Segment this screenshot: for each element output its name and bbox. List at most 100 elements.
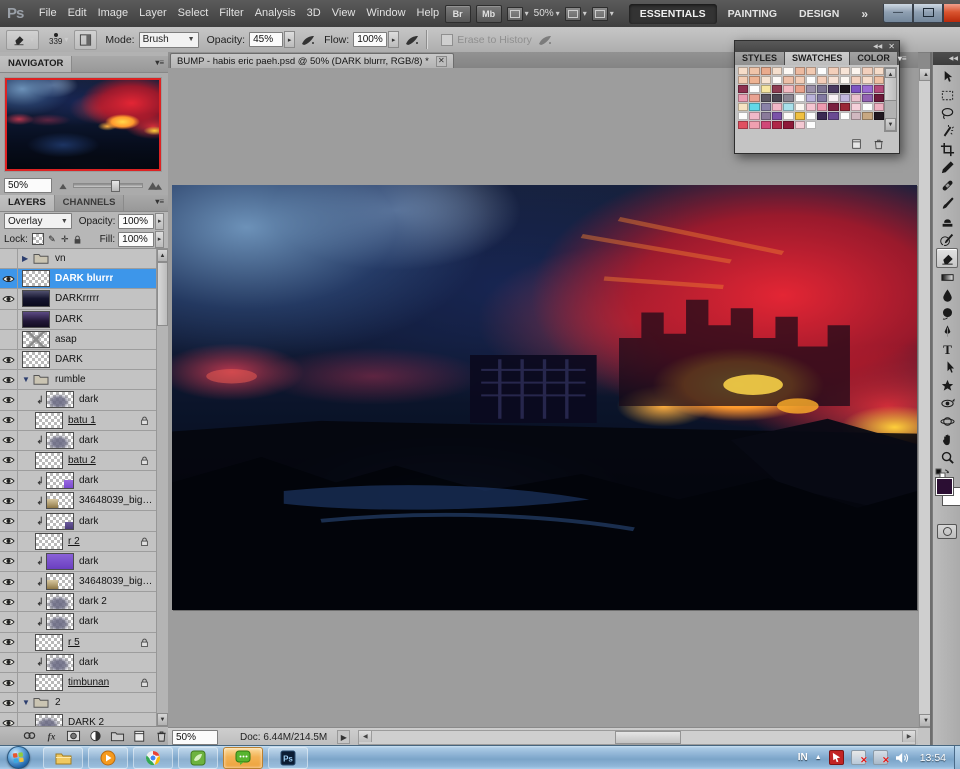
launch-bridge-button[interactable]: Br	[445, 5, 471, 23]
layer-name[interactable]: dark	[79, 516, 98, 527]
swatch[interactable]	[851, 103, 861, 111]
layer-row[interactable]: DARK	[0, 350, 157, 370]
app-status-tray-icon[interactable]: ✕	[873, 750, 888, 765]
swatch[interactable]	[828, 103, 838, 111]
swatch[interactable]	[806, 94, 816, 102]
tab-color[interactable]: COLOR	[850, 52, 898, 65]
visibility-toggle[interactable]	[0, 532, 18, 551]
swatch[interactable]	[840, 67, 850, 75]
visibility-toggle[interactable]	[0, 673, 18, 692]
clone-stamp-tool[interactable]	[937, 212, 957, 230]
layer-row[interactable]: dark	[0, 653, 157, 673]
swatch[interactable]	[795, 85, 805, 93]
swatch[interactable]	[738, 112, 748, 120]
menu-edit[interactable]: Edit	[62, 0, 92, 27]
rectangular-marquee-tool[interactable]	[937, 86, 957, 104]
swatch[interactable]	[738, 76, 748, 84]
swatch[interactable]	[851, 76, 861, 84]
visibility-toggle[interactable]	[0, 592, 18, 611]
layer-thumbnail[interactable]	[35, 412, 63, 429]
eraser-tool[interactable]	[936, 248, 958, 268]
lock-all-button[interactable]	[73, 233, 83, 246]
new-adjustment-layer-button[interactable]	[88, 729, 103, 743]
swatch[interactable]	[783, 103, 793, 111]
visibility-toggle[interactable]	[0, 390, 18, 409]
swatch[interactable]	[772, 121, 782, 129]
swatch[interactable]	[828, 67, 838, 75]
swatch[interactable]	[783, 94, 793, 102]
layer-row[interactable]: dark	[0, 431, 157, 451]
hand-tool[interactable]	[937, 430, 957, 448]
visibility-toggle[interactable]	[0, 471, 18, 490]
toggle-brush-panel-button[interactable]	[74, 30, 97, 50]
layer-name[interactable]: DARK blurrr	[55, 273, 113, 284]
tool-preset-picker[interactable]: ▾	[6, 30, 39, 50]
layer-row[interactable]: timbunan	[0, 673, 157, 693]
airbrush-toggle-icon[interactable]	[404, 33, 420, 47]
layer-name[interactable]: DARK	[55, 354, 83, 365]
swatch[interactable]	[749, 103, 759, 111]
swatch[interactable]	[761, 103, 771, 111]
menu-image[interactable]: Image	[92, 0, 134, 27]
scroll-down-arrow[interactable]: ▼	[885, 118, 896, 131]
swatch[interactable]	[851, 94, 861, 102]
delete-swatch-icon[interactable]	[872, 138, 885, 150]
swatch[interactable]	[851, 67, 861, 75]
disclosure-triangle-icon[interactable]: ▶	[22, 254, 33, 263]
lock-transparent-pixels-button[interactable]	[32, 233, 44, 246]
layer-thumbnail[interactable]	[46, 472, 74, 489]
close-button[interactable]: ✕	[943, 4, 960, 23]
restore-button[interactable]	[913, 4, 943, 23]
visibility-toggle[interactable]	[0, 491, 18, 510]
path-selection-tool[interactable]	[937, 358, 957, 376]
swatch[interactable]	[795, 112, 805, 120]
collapse-dock-icon[interactable]: ◀◀	[949, 55, 958, 62]
layer-opacity-slider-button[interactable]: ▸	[155, 213, 164, 230]
swatch[interactable]	[783, 85, 793, 93]
layer-name[interactable]: dark	[79, 657, 98, 668]
menu-window[interactable]: Window	[361, 0, 411, 27]
layer-row[interactable]: dark 2	[0, 592, 157, 612]
swatch[interactable]	[738, 94, 748, 102]
swatch[interactable]	[795, 94, 805, 102]
swatch[interactable]	[761, 85, 771, 93]
volume-icon[interactable]	[895, 752, 909, 764]
swatch[interactable]	[851, 112, 861, 120]
layer-row[interactable]: DARK 2	[0, 713, 157, 726]
slider-thumb[interactable]	[111, 180, 120, 192]
swatch[interactable]	[772, 94, 782, 102]
swatch[interactable]	[817, 103, 827, 111]
layer-row[interactable]: DARK blurrr	[0, 269, 157, 289]
visibility-toggle[interactable]	[0, 370, 18, 389]
swatches-scrollbar[interactable]: ▲ ▼	[884, 67, 897, 132]
airbrush-toggle-icon[interactable]	[300, 33, 316, 47]
visibility-toggle[interactable]	[0, 713, 18, 726]
clock[interactable]: 13:54	[920, 752, 946, 764]
dock-header[interactable]: ◀◀	[933, 52, 960, 65]
swatch[interactable]	[761, 112, 771, 120]
visibility-toggle[interactable]	[0, 289, 18, 308]
swatch[interactable]	[874, 112, 884, 120]
scroll-down-arrow[interactable]: ▼	[157, 713, 168, 726]
layer-row[interactable]: batu 1	[0, 411, 157, 431]
swatch[interactable]	[749, 85, 759, 93]
layer-name[interactable]: 34648039_big_p6	[79, 576, 157, 587]
swatch[interactable]	[783, 76, 793, 84]
layer-row[interactable]: dark	[0, 511, 157, 531]
layer-name[interactable]: dark	[79, 616, 98, 627]
menu-help[interactable]: Help	[411, 0, 445, 27]
language-indicator[interactable]: IN	[798, 752, 808, 763]
gradient-tool[interactable]	[937, 268, 957, 286]
visibility-toggle[interactable]	[0, 633, 18, 652]
flow-slider-button[interactable]: ▸	[388, 31, 399, 48]
zoom-in-icon[interactable]	[148, 179, 163, 191]
foreground-color-swatch[interactable]	[936, 478, 953, 495]
swatch[interactable]	[862, 103, 872, 111]
visibility-toggle[interactable]	[0, 350, 18, 369]
zoom-out-icon[interactable]	[58, 181, 68, 190]
link-layers-button[interactable]	[22, 729, 37, 743]
layer-name[interactable]: rumble	[55, 374, 86, 385]
layer-thumbnail[interactable]	[46, 391, 74, 408]
collapse-panel-icon[interactable]: ◀◀	[873, 43, 882, 50]
move-tool[interactable]	[937, 68, 957, 86]
